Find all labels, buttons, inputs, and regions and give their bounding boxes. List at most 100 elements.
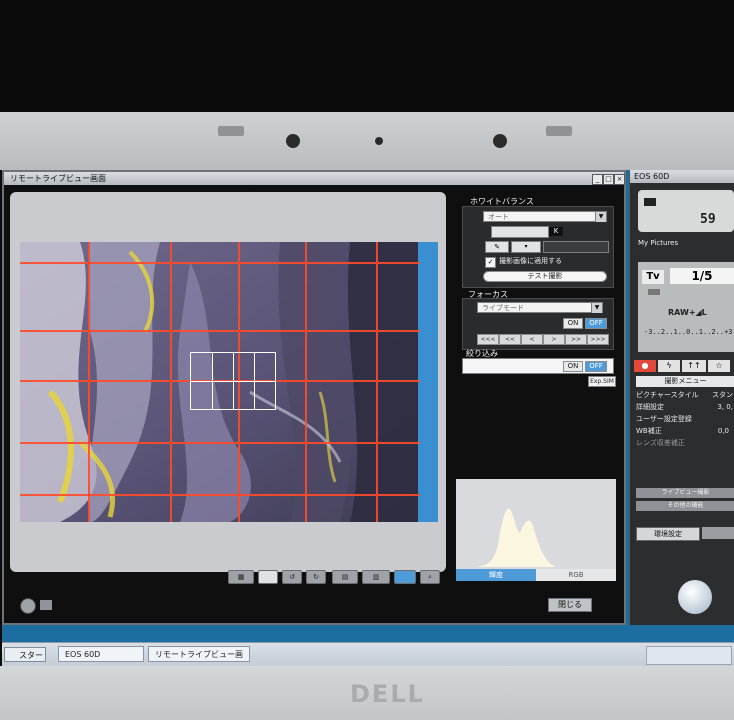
grid-line: [170, 242, 172, 522]
tab-rgb[interactable]: RGB: [536, 569, 616, 581]
focus-step-row: <<< << < > >> >>>: [477, 334, 611, 345]
window-bottom-strip: 閉じる: [10, 590, 622, 620]
menu-row-wb-shift[interactable]: WB補正 0,0: [636, 426, 734, 437]
system-tray[interactable]: [646, 646, 732, 665]
bezel-screw-icon: [493, 134, 507, 148]
custom-menu-tab[interactable]: ↑↑: [682, 360, 706, 372]
preferences-button[interactable]: 環境設定: [636, 527, 700, 541]
shots-remaining: 59: [700, 212, 716, 227]
aspect-button[interactable]: ▥: [362, 570, 390, 584]
taskbar-item-label: リモートライブビュー画面: [155, 650, 243, 659]
menu-row-value: 0,0: [717, 427, 729, 435]
start-button[interactable]: スタート: [4, 647, 46, 662]
zoom-100-button[interactable]: [258, 570, 278, 584]
rotate-right-icon[interactable]: ↻: [306, 570, 326, 584]
whole-view-button[interactable]: [394, 570, 416, 584]
remote-liveview-window: リモートライブビュー画面 _ □ × ▦ ↺ ↻ ▤ ▥ ⌕ ホワイトバランス …: [2, 170, 626, 625]
exposure-scale: -3..2..1..0..1..2..+3: [644, 328, 733, 336]
wb-mode-value: オート: [488, 213, 509, 221]
af-mode-dropdown[interactable]: ライブモード ▼: [477, 302, 603, 313]
liveview-panel: [10, 192, 446, 572]
focus-near-3-button[interactable]: <<<: [477, 334, 499, 345]
focus-far-2-button[interactable]: >>: [565, 334, 587, 345]
taskbar-item-liveview[interactable]: リモートライブビュー画面: [148, 646, 250, 662]
close-button[interactable]: 閉じる: [548, 598, 592, 612]
camera-settings-panel: Tv 1/5 RAW+◢L -3..2..1..0..1..2..+3: [638, 262, 734, 352]
aperture-preview-box: ON OFF: [462, 358, 614, 374]
taskbar-item-eos[interactable]: EOS 60D: [58, 646, 144, 662]
display-mode-button[interactable]: ▤: [332, 570, 358, 584]
grid-line: [20, 262, 420, 264]
desktop-screen: リモートライブビュー画面 _ □ × ▦ ↺ ↻ ▤ ▥ ⌕ ホワイトバランス …: [2, 170, 734, 666]
flash-menu-tab[interactable]: ϟ: [658, 360, 680, 372]
focus-on-toggle[interactable]: ON: [563, 318, 583, 329]
focus-near-2-button[interactable]: <<: [499, 334, 521, 345]
grid-line: [305, 242, 307, 522]
liveview-image[interactable]: [20, 242, 438, 522]
kelvin-badge: K: [549, 227, 563, 236]
liveview-shoot-button[interactable]: ライブビュー撮影: [636, 488, 734, 498]
focus-far-3-button[interactable]: >>>: [587, 334, 609, 345]
chevron-down-icon: ▼: [591, 303, 602, 313]
focus-far-1-button[interactable]: >: [543, 334, 565, 345]
eos-title: EOS 60D: [634, 172, 670, 181]
liveview-toolbar: ▦ ↺ ↻ ▤ ▥ ⌕: [224, 570, 446, 584]
eos-titlebar[interactable]: EOS 60D: [630, 170, 734, 183]
menu-row-value: スタン: [712, 391, 733, 399]
dof-off-toggle[interactable]: OFF: [585, 361, 607, 372]
window-mode-icon[interactable]: [40, 600, 52, 610]
menu-row-picture-style[interactable]: ピクチャースタイル スタン: [636, 390, 734, 401]
shooting-menu-tab[interactable]: ●: [634, 360, 656, 372]
start-label: スタート: [19, 651, 43, 660]
laptop-bezel-top: [0, 112, 734, 170]
camera-status-icon: [20, 598, 36, 614]
bezel-screw-icon: [286, 134, 300, 148]
eyedropper-icon[interactable]: ✎: [485, 241, 509, 253]
af-zoom-frame[interactable]: [190, 352, 276, 410]
test-shot-button[interactable]: テスト撮影: [483, 271, 607, 282]
maximize-button[interactable]: □: [603, 174, 614, 185]
focus-near-1-button[interactable]: <: [521, 334, 543, 345]
apply-to-shot-label: 撮影画像に適用する: [499, 257, 562, 265]
shutter-speed-field[interactable]: 1/5: [670, 268, 734, 284]
af-mode-value: ライブモード: [482, 304, 524, 312]
desktop-app-icon[interactable]: [678, 580, 712, 614]
wb-mode-dropdown[interactable]: オート ▼: [483, 211, 607, 222]
color-temp-field[interactable]: [491, 226, 549, 238]
chevron-down-icon: ▼: [595, 212, 606, 222]
window-titlebar[interactable]: リモートライブビュー画面: [4, 172, 624, 185]
menu-row-user-settings[interactable]: ユーザー設定登録: [636, 414, 734, 425]
eos-utility-panel: EOS 60D 59 My Pictures Tv 1/5 RAW+◢L -3.…: [629, 170, 734, 625]
menu-row-label: ユーザー設定登録: [636, 415, 692, 423]
menu-row-label: ピクチャースタイル: [636, 391, 699, 399]
focus-box: ライブモード ▼ ON OFF <<< << < > >> >>>: [462, 298, 614, 350]
menu-row-lens-correction[interactable]: レンズ収差補正: [636, 438, 734, 449]
window-title: リモートライブビュー画面: [10, 174, 106, 183]
settings-menu-tab[interactable]: ☆: [708, 360, 730, 372]
dof-on-toggle[interactable]: ON: [563, 361, 583, 372]
minimize-button[interactable]: _: [592, 174, 603, 185]
grid-toggle-button[interactable]: ▦: [228, 570, 254, 584]
rotate-left-icon[interactable]: ↺: [282, 570, 302, 584]
menu-row-detail[interactable]: 詳細設定 3, 0,: [636, 402, 734, 413]
menu-row-value: 3, 0,: [717, 403, 733, 411]
laptop-bezel-bottom: DELL: [0, 666, 734, 720]
metering-icon: [648, 289, 660, 295]
image-quality[interactable]: RAW+◢L: [668, 308, 707, 317]
close-window-button[interactable]: ×: [614, 174, 625, 185]
wb-preview-field: [543, 241, 609, 253]
shooting-mode: Tv: [642, 270, 664, 284]
dell-logo: DELL: [350, 680, 425, 708]
other-functions-button[interactable]: その他の機能: [636, 501, 734, 511]
wb-shift-dropdown[interactable]: ▾: [511, 241, 541, 253]
apply-to-shot-checkbox[interactable]: ✓: [485, 257, 496, 268]
menu-row-label: WB補正: [636, 427, 662, 435]
bezel-latch-right: [546, 126, 572, 136]
save-folder: My Pictures: [638, 239, 679, 247]
shooting-menu-title: 撮影メニュー: [636, 376, 734, 387]
magnify-icon[interactable]: ⌕: [420, 570, 440, 584]
focus-off-toggle[interactable]: OFF: [585, 318, 607, 329]
tab-luminance[interactable]: 輝度: [456, 569, 536, 581]
eos-disabled-button: [702, 527, 734, 539]
menu-row-label: レンズ収差補正: [636, 439, 685, 447]
